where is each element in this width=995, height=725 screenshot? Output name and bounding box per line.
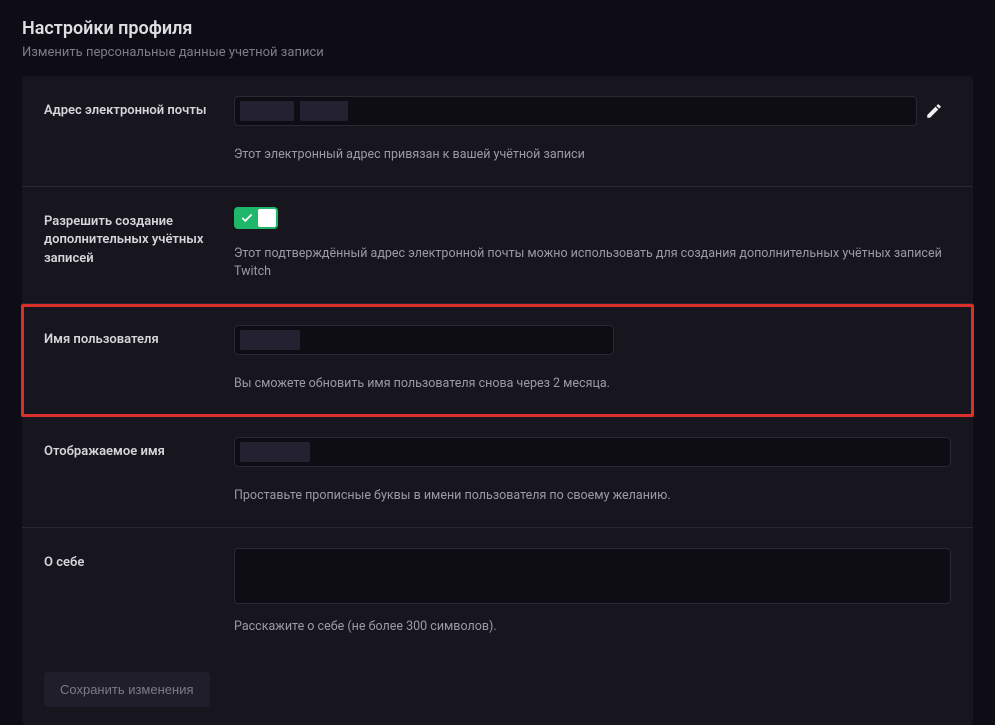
check-icon	[240, 210, 254, 224]
row-email: Адрес электронной почты Этот электронный…	[22, 76, 973, 187]
toggle-knob	[258, 209, 276, 227]
field-col-bio: Расскажите о себе (не более 300 символов…	[234, 548, 951, 636]
row-bio: О себе Расскажите о себе (не более 300 с…	[22, 528, 973, 658]
settings-panel: Адрес электронной почты Этот электронный…	[22, 76, 973, 725]
row-display-name: Отображаемое имя Проставьте прописные бу…	[22, 417, 973, 528]
field-col-allow-additional: Этот подтверждённый адрес электронной по…	[234, 207, 951, 281]
page-subtitle: Изменить персональные данные учетной зап…	[22, 45, 973, 60]
display-name-input[interactable]	[234, 437, 951, 467]
help-username: Вы сможете обновить имя пользователя сно…	[234, 375, 614, 393]
row-username: Имя пользователя Вы сможете обновить имя…	[21, 304, 974, 416]
field-col-display-name: Проставьте прописные буквы в имени польз…	[234, 437, 951, 505]
field-col-username: Вы сможете обновить имя пользователя сно…	[234, 325, 614, 393]
label-allow-additional: Разрешить создание дополнительных учётны…	[44, 207, 234, 268]
label-username: Имя пользователя	[44, 325, 234, 349]
save-row: Сохранить изменения	[22, 658, 973, 725]
label-bio: О себе	[44, 548, 234, 572]
help-email: Этот электронный адрес привязан к вашей …	[234, 146, 917, 164]
pencil-icon[interactable]	[925, 102, 943, 120]
field-col-email: Этот электронный адрес привязан к вашей …	[234, 96, 917, 164]
save-button[interactable]: Сохранить изменения	[44, 672, 210, 707]
help-allow-additional: Этот подтверждённый адрес электронной по…	[234, 245, 951, 281]
bio-textarea[interactable]	[234, 548, 951, 604]
help-bio: Расскажите о себе (не более 300 символов…	[234, 618, 951, 636]
label-email: Адрес электронной почты	[44, 96, 234, 120]
label-display-name: Отображаемое имя	[44, 437, 234, 461]
row-allow-additional: Разрешить создание дополнительных учётны…	[22, 187, 973, 304]
help-display-name: Проставьте прописные буквы в имени польз…	[234, 487, 951, 505]
allow-additional-toggle[interactable]	[234, 207, 278, 229]
page-title: Настройки профиля	[22, 18, 973, 39]
